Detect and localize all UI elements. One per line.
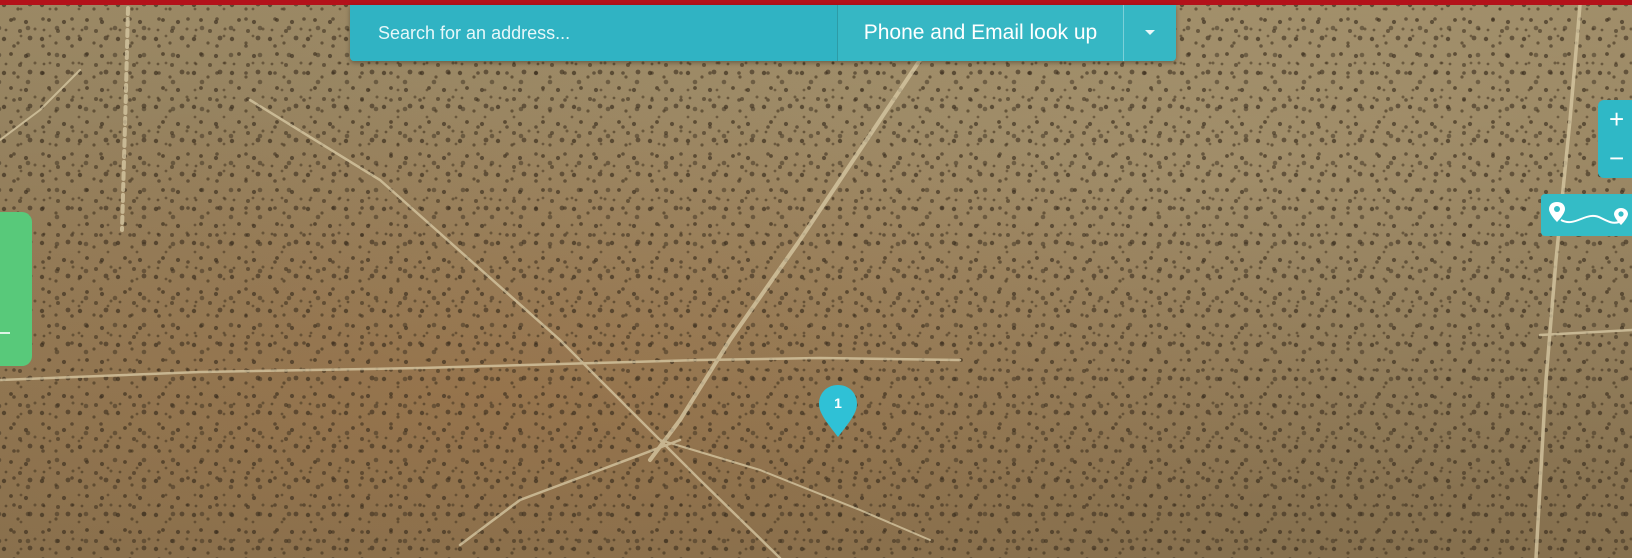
- caret-down-icon: [1145, 30, 1156, 35]
- satellite-map[interactable]: Phone and Email look up + − 1: [0, 0, 1632, 558]
- map-marker[interactable]: 1: [817, 383, 859, 439]
- route-button[interactable]: [1541, 194, 1632, 236]
- phone-email-lookup-button[interactable]: Phone and Email look up: [836, 5, 1124, 61]
- marker-label: 1: [834, 395, 842, 411]
- terrain-overlay: [0, 0, 1632, 558]
- map-pin-icon: [819, 385, 857, 437]
- route-icon: [1549, 202, 1628, 225]
- collapse-arrow-icon: [0, 332, 10, 334]
- address-search-input[interactable]: [350, 5, 837, 61]
- side-panel-tab[interactable]: [0, 212, 32, 366]
- zoom-in-button[interactable]: +: [1598, 100, 1632, 139]
- search-bar: Phone and Email look up: [350, 5, 1176, 61]
- zoom-control: + −: [1598, 100, 1632, 178]
- zoom-out-button[interactable]: −: [1598, 139, 1632, 178]
- lookup-dropdown-toggle[interactable]: [1123, 5, 1176, 61]
